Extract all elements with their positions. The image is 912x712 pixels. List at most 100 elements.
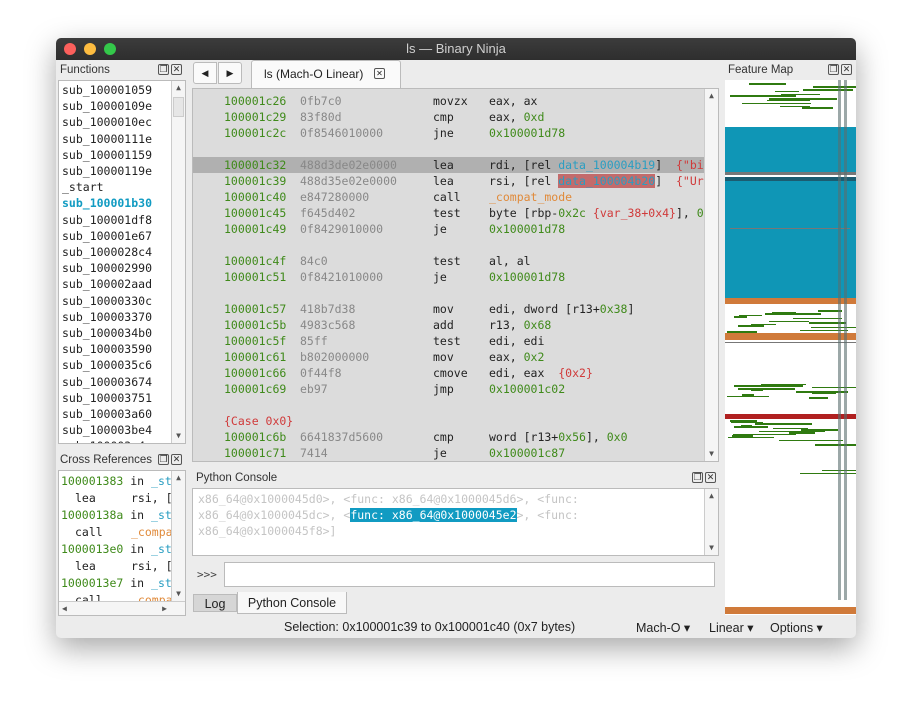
address[interactable]: 100001c39 — [224, 173, 286, 189]
function-item[interactable]: sub_10000330c — [62, 293, 152, 309]
address[interactable]: 100001c71 — [224, 445, 286, 461]
disasm-row[interactable]: 100001c26 0fb7c0 movzx eax, ax — [193, 93, 705, 109]
zoom-window-button[interactable] — [104, 43, 116, 55]
operand-token[interactable]: 0x0 — [607, 430, 628, 444]
back-button[interactable]: ◀ — [193, 62, 217, 84]
address[interactable]: 100001c57 — [224, 301, 286, 317]
disasm-row[interactable]: 100001c5f 85ff test edi, edi — [193, 333, 705, 349]
disasm-row[interactable]: 100001c49 0f8429010000 je 0x100001d78 — [193, 221, 705, 237]
console-tab-log[interactable]: Log — [193, 594, 237, 612]
float-panel-icon[interactable]: ❐ — [692, 472, 703, 483]
function-item[interactable]: _start — [62, 179, 104, 195]
function-item[interactable]: sub_100003751 — [62, 390, 152, 406]
float-panel-icon[interactable]: ❐ — [158, 454, 169, 465]
address[interactable]: 100001c2c — [224, 125, 286, 141]
function-item[interactable]: sub_10000119e — [62, 163, 152, 179]
function-item[interactable]: sub_100001e67 — [62, 228, 152, 244]
forward-button[interactable]: ▶ — [218, 62, 242, 84]
disasm-row[interactable]: 100001c51 0f8421010000 je 0x100001d78 — [193, 269, 705, 285]
disasm-row[interactable]: 100001c71 7414 je 0x100001c87 — [193, 445, 705, 461]
xrefs-vscrollbar[interactable]: ▲ ▼ — [171, 471, 185, 601]
disasm-row[interactable]: 100001c45 f645d402 test byte [rbp-0x2c {var… — [193, 205, 705, 221]
xref-item[interactable]: 100001383 in _st — [61, 473, 172, 489]
status-menu-0[interactable]: Mach-O ▾ — [636, 620, 690, 635]
disasm-row[interactable]: 100001c6b 6641837d5600 cmp word [r13+0x56],… — [193, 429, 705, 445]
operand-token[interactable]: 0x38 — [600, 302, 628, 316]
float-panel-icon[interactable]: ❐ — [158, 64, 169, 75]
console-scrollbar[interactable]: ▲ ▼ — [704, 489, 718, 555]
case-label[interactable]: {Case 0x0} — [193, 413, 705, 429]
function-reference[interactable]: _compat_mode — [489, 190, 572, 204]
close-window-button[interactable] — [64, 43, 76, 55]
function-item[interactable]: sub_100001059 — [62, 82, 152, 98]
function-item[interactable]: sub_100001df8 — [62, 212, 152, 228]
address[interactable]: 100001c51 — [224, 269, 286, 285]
address[interactable]: 100001c40 — [224, 189, 286, 205]
function-item[interactable]: sub_100003674 — [62, 374, 152, 390]
feature-map-viewport-marker[interactable] — [838, 80, 841, 600]
operand-token[interactable]: 0x2 — [524, 350, 545, 364]
address[interactable]: 100001c61 — [224, 349, 286, 365]
float-panel-icon[interactable]: ❐ — [828, 64, 839, 75]
disasm-row[interactable]: 100001c39 488d35e02e0000 lea rsi, [rel data… — [193, 173, 705, 189]
disasm-row[interactable]: 100001c57 418b7d38 mov edi, dword [r13+0x38… — [193, 301, 705, 317]
xrefs-hscrollbar[interactable]: ◀ ▶ — [59, 601, 185, 615]
function-item[interactable]: sub_100003a60 — [62, 406, 152, 422]
operand-token[interactable]: 0x2c — [558, 206, 586, 220]
status-menu-1[interactable]: Linear ▾ — [709, 620, 754, 635]
feature-map[interactable] — [725, 80, 856, 615]
status-menu-2[interactable]: Options ▾ — [770, 620, 823, 635]
function-item[interactable]: sub_1000035c6 — [62, 357, 152, 373]
close-panel-icon[interactable]: ✕ — [171, 64, 182, 75]
data-reference[interactable]: data_100004b19 — [558, 158, 655, 172]
xref-item[interactable]: 1000013e0 in _st — [61, 541, 172, 557]
function-item[interactable]: sub_100003be4 — [62, 422, 152, 438]
address[interactable]: 100001c5f — [224, 333, 286, 349]
function-item[interactable]: sub_1000034b0 — [62, 325, 152, 341]
address[interactable]: 100001c69 — [224, 381, 286, 397]
close-panel-icon[interactable]: ✕ — [705, 472, 716, 483]
function-item[interactable]: sub_100001b30 — [62, 195, 152, 211]
console-output[interactable]: x86_64@0x1000045d0>, <func: x86_64@0x100… — [192, 488, 719, 556]
function-item[interactable]: sub_1000028c4 — [62, 244, 152, 260]
operand-token[interactable]: 0x100001d78 — [489, 126, 565, 140]
data-reference[interactable]: data_100004b20 — [558, 174, 656, 188]
address[interactable]: 100001c45 — [224, 205, 286, 221]
disasm-row[interactable]: 100001c66 0f44f8 cmove edi, eax {0x2} — [193, 365, 705, 381]
disasm-scrollbar[interactable]: ▲ ▼ — [704, 89, 718, 461]
tab-ls-mach-o-linear[interactable]: ls (Mach-O Linear) ✕ — [251, 60, 401, 88]
function-item[interactable]: sub_100003c4e — [62, 438, 152, 443]
close-tab-icon[interactable]: ✕ — [374, 68, 385, 79]
function-item[interactable]: sub_100002aad — [62, 276, 152, 292]
operand-token[interactable]: 0x56 — [558, 430, 586, 444]
operand-token[interactable]: 0x68 — [524, 318, 552, 332]
function-item[interactable]: sub_100003590 — [62, 341, 152, 357]
console-tab-python-console[interactable]: Python Console — [237, 592, 347, 614]
address[interactable]: 100001c6b — [224, 429, 286, 445]
disasm-row[interactable]: 100001c61 b802000000 mov eax, 0x2 — [193, 349, 705, 365]
disasm-row[interactable]: 100001c5b 4983c568 add r13, 0x68 — [193, 317, 705, 333]
function-item[interactable]: sub_100001159 — [62, 147, 152, 163]
function-item[interactable]: sub_100003370 — [62, 309, 152, 325]
disasm-row[interactable]: 100001c69 eb97 jmp 0x100001c02 — [193, 381, 705, 397]
address[interactable]: 100001c66 — [224, 365, 286, 381]
xref-item[interactable]: 1000013e7 in _st — [61, 575, 172, 591]
function-item[interactable]: sub_10000109e — [62, 98, 152, 114]
minimize-window-button[interactable] — [84, 43, 96, 55]
linear-disassembly-view[interactable]: 100001c26 0fb7c0 movzx eax, ax 100001c29 83f8… — [192, 88, 719, 462]
address[interactable]: 100001c32 — [224, 157, 286, 173]
operand-token[interactable]: 0x100001d78 — [489, 270, 565, 284]
function-item[interactable]: sub_1000010ec — [62, 114, 152, 130]
address[interactable]: 100001c5b — [224, 317, 286, 333]
disasm-row[interactable]: 100001c32 488d3de02e0000 lea rdi, [rel data… — [193, 157, 705, 173]
address[interactable]: 100001c4f — [224, 253, 286, 269]
disasm-row[interactable]: 100001c40 e847280000 call _compat_mode — [193, 189, 705, 205]
xref-item[interactable]: 10000138a in _st — [61, 507, 172, 523]
address[interactable]: 100001c49 — [224, 221, 286, 237]
function-item[interactable]: sub_10000111e — [62, 131, 152, 147]
close-panel-icon[interactable]: ✕ — [841, 64, 852, 75]
disasm-row[interactable]: 100001c2c 0f8546010000 jne 0x100001d78 — [193, 125, 705, 141]
functions-scrollbar[interactable]: ▲ ▼ — [171, 81, 185, 443]
disasm-row[interactable]: 100001c29 83f80d cmp eax, 0xd — [193, 109, 705, 125]
close-panel-icon[interactable]: ✕ — [171, 454, 182, 465]
